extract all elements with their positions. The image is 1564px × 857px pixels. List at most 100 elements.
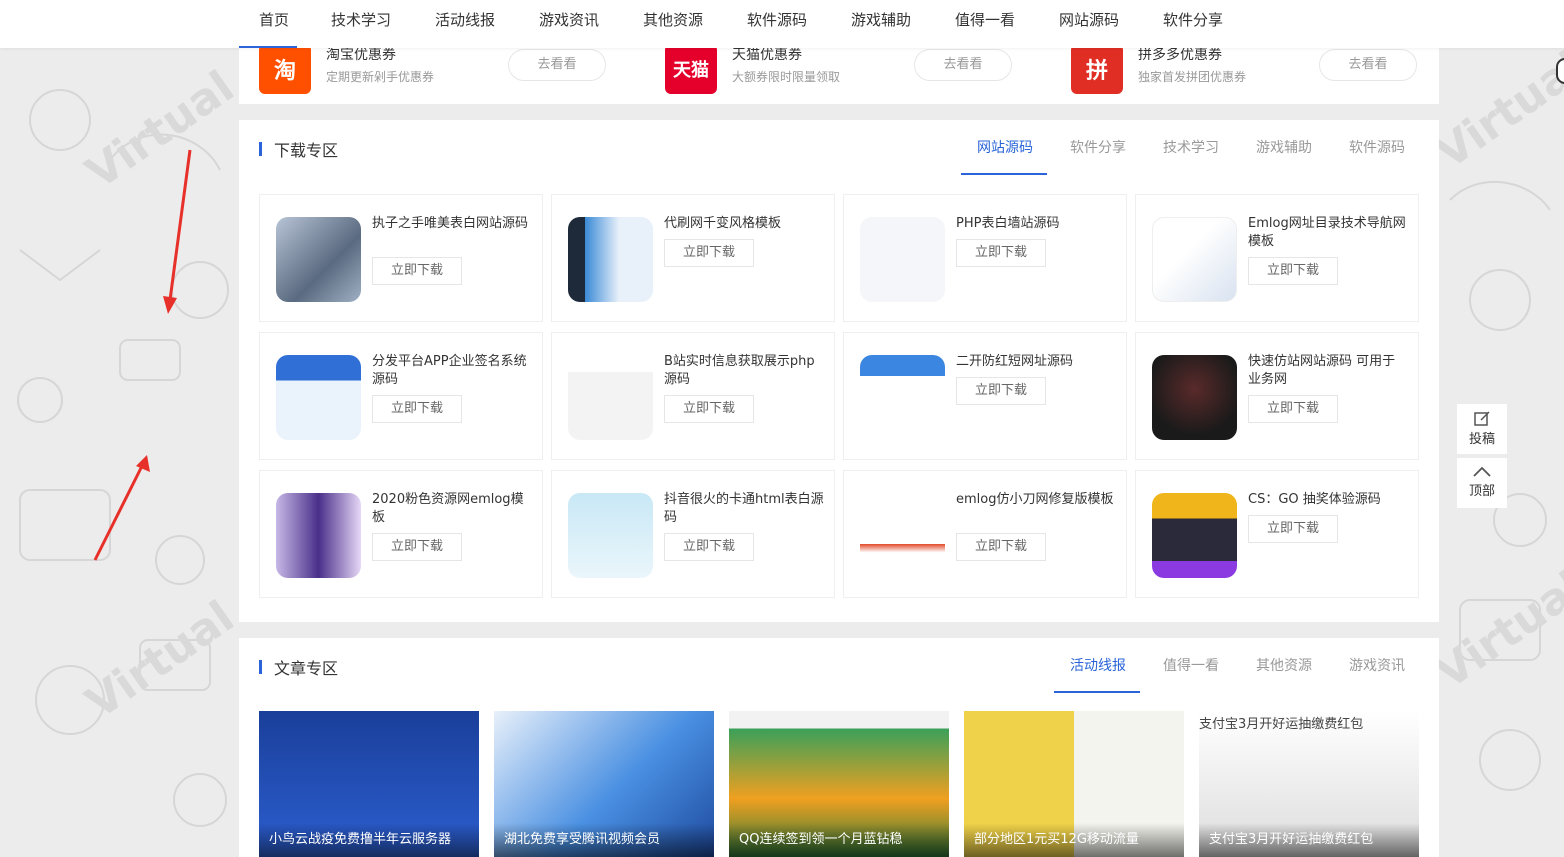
coupon-desc: 独家首发拼团优惠券 bbox=[1138, 70, 1247, 84]
article-card[interactable]: QQ连续签到领一个月蓝钻稳 bbox=[729, 711, 949, 857]
svg-text:Virtual: Virtual bbox=[1427, 561, 1564, 699]
card-thumbnail bbox=[276, 217, 361, 302]
card-title: 执子之手唯美表白网站源码 bbox=[372, 216, 529, 231]
download-button[interactable]: 立即下载 bbox=[1248, 395, 1338, 423]
taobao-logo: 淘 bbox=[259, 44, 311, 94]
coupon-go-button[interactable]: 去看看 bbox=[1319, 49, 1417, 81]
card-thumbnail bbox=[860, 217, 945, 302]
download-card[interactable]: 执子之手唯美表白网站源码 立即下载 bbox=[259, 194, 543, 322]
annotation-arrows bbox=[93, 149, 192, 561]
coupon-pinduoduo: 拼 拼多多优惠券 独家首发拼团优惠券 去看看 bbox=[1071, 44, 1419, 94]
coupon-desc: 定期更新剁手优惠券 bbox=[326, 70, 435, 84]
tab-other[interactable]: 其他资源 bbox=[1256, 655, 1312, 675]
download-button[interactable]: 立即下载 bbox=[956, 239, 1046, 267]
card-thumbnail bbox=[276, 493, 361, 578]
card-thumbnail bbox=[1152, 355, 1237, 440]
section-bar bbox=[259, 660, 262, 674]
article-card[interactable]: 支付宝3月开好运抽缴费红包 支付宝3月开好运抽缴费红包 bbox=[1199, 711, 1419, 857]
download-button[interactable]: 立即下载 bbox=[1248, 515, 1338, 543]
tab-active-indicator bbox=[1054, 691, 1140, 693]
tmall-logo: 天猫 bbox=[665, 44, 717, 94]
download-button[interactable]: 立即下载 bbox=[664, 533, 754, 561]
coupon-go-button[interactable]: 去看看 bbox=[914, 49, 1012, 81]
nav-item-game-assist[interactable]: 游戏辅助 bbox=[851, 0, 911, 40]
download-card[interactable]: 代刷网千变风格模板 立即下载 bbox=[551, 194, 835, 322]
download-card[interactable]: Emlog网址目录技术导航网模板 立即下载 bbox=[1135, 194, 1419, 322]
download-card[interactable]: 二开防红短网址源码 立即下载 bbox=[843, 332, 1127, 460]
article-caption: 小鸟云战疫免费撸半年云服务器 bbox=[259, 823, 479, 857]
nav-item-worth[interactable]: 值得一看 bbox=[955, 0, 1015, 40]
nav-item-software-source[interactable]: 软件源码 bbox=[747, 0, 807, 40]
submit-label: 投稿 bbox=[1468, 432, 1495, 447]
tab-worth[interactable]: 值得一看 bbox=[1163, 655, 1219, 675]
article-card[interactable]: 小鸟云战疫免费撸半年云服务器 bbox=[259, 711, 479, 857]
download-button[interactable]: 立即下载 bbox=[664, 395, 754, 423]
nav-item-home[interactable]: 首页 bbox=[259, 0, 289, 40]
article-caption: QQ连续签到领一个月蓝钻稳 bbox=[729, 823, 949, 857]
edge-handle bbox=[1556, 58, 1564, 84]
download-button[interactable]: 立即下载 bbox=[372, 257, 462, 285]
download-button[interactable]: 立即下载 bbox=[956, 377, 1046, 405]
download-card[interactable]: PHP表白墙站源码 立即下载 bbox=[843, 194, 1127, 322]
top-label: 顶部 bbox=[1468, 484, 1495, 499]
section-title: 文章专区 bbox=[274, 659, 339, 678]
card-thumbnail bbox=[568, 355, 653, 440]
card-thumbnail bbox=[1152, 493, 1237, 578]
card-title: 分发平台APP企业签名系统源码 bbox=[372, 354, 527, 387]
back-to-top-button[interactable]: 顶部 bbox=[1457, 458, 1507, 508]
top-navigation: 首页 技术学习 活动线报 游戏资讯 其他资源 软件源码 游戏辅助 值得一看 网站… bbox=[0, 0, 1564, 48]
download-card[interactable]: 快速仿站网站源码 可用于业务网 立即下载 bbox=[1135, 332, 1419, 460]
tab-active-indicator bbox=[961, 173, 1047, 175]
tab-web-source[interactable]: 网站源码 bbox=[977, 137, 1033, 157]
nav-active-indicator bbox=[239, 46, 297, 48]
download-button[interactable]: 立即下载 bbox=[372, 395, 462, 423]
tab-game-assist[interactable]: 游戏辅助 bbox=[1256, 137, 1312, 157]
article-card[interactable]: 湖北免费享受腾讯视频会员 bbox=[494, 711, 714, 857]
download-card[interactable]: emlog仿小刀网修复版模板 立即下载 bbox=[843, 470, 1127, 598]
card-title: 抖音很火的卡通html表白源码 bbox=[664, 492, 824, 525]
coupon-go-button[interactable]: 去看看 bbox=[508, 49, 606, 81]
card-title: 2020粉色资源网emlog模板 bbox=[372, 492, 524, 525]
download-button[interactable]: 立即下载 bbox=[956, 533, 1046, 561]
section-title: 下载专区 bbox=[274, 141, 339, 160]
coupon-tmall: 天猫 天猫优惠券 大额券限时限量领取 去看看 bbox=[665, 44, 1051, 94]
nav-item-software-share[interactable]: 软件分享 bbox=[1163, 0, 1223, 40]
download-card[interactable]: 分发平台APP企业签名系统源码 立即下载 bbox=[259, 332, 543, 460]
download-card[interactable]: CS：GO 抽奖体验源码 立即下载 bbox=[1135, 470, 1419, 598]
tab-tech[interactable]: 技术学习 bbox=[1163, 137, 1219, 157]
download-card[interactable]: B站实时信息获取展示php源码 立即下载 bbox=[551, 332, 835, 460]
card-title: 二开防红短网址源码 bbox=[956, 354, 1074, 369]
nav-item-tech[interactable]: 技术学习 bbox=[331, 0, 391, 40]
article-card[interactable]: 部分地区1元买12G移动流量 bbox=[964, 711, 1184, 857]
download-section-header: 下载专区 网站源码 软件分享 技术学习 游戏辅助 软件源码 bbox=[239, 120, 1439, 178]
card-title: PHP表白墙站源码 bbox=[956, 216, 1060, 231]
download-button[interactable]: 立即下载 bbox=[1248, 257, 1338, 285]
coupon-desc: 大额券限时限量领取 bbox=[732, 70, 841, 84]
nav-item-other[interactable]: 其他资源 bbox=[643, 0, 703, 40]
card-thumbnail bbox=[276, 355, 361, 440]
article-caption: 湖北免费享受腾讯视频会员 bbox=[494, 823, 714, 857]
download-button[interactable]: 立即下载 bbox=[372, 533, 462, 561]
broken-image-alt: 支付宝3月开好运抽缴费红包 bbox=[1199, 717, 1364, 732]
nav-item-game-news[interactable]: 游戏资讯 bbox=[539, 0, 599, 40]
download-card[interactable]: 2020粉色资源网emlog模板 立即下载 bbox=[259, 470, 543, 598]
tab-software-source[interactable]: 软件源码 bbox=[1349, 137, 1405, 157]
submit-post-button[interactable]: 投稿 bbox=[1457, 404, 1507, 454]
card-title: 快速仿站网站源码 可用于业务网 bbox=[1248, 354, 1396, 387]
card-title: Emlog网址目录技术导航网模板 bbox=[1248, 216, 1406, 249]
coupon-taobao: 淘 淘宝优惠券 定期更新剁手优惠券 去看看 bbox=[259, 44, 645, 94]
card-thumbnail bbox=[568, 493, 653, 578]
card-thumbnail bbox=[1152, 217, 1237, 302]
download-section: 下载专区 网站源码 软件分享 技术学习 游戏辅助 软件源码 执子之手唯美表白网站… bbox=[239, 120, 1439, 622]
article-section: 文章专区 活动线报 值得一看 其他资源 游戏资讯 小鸟云战疫免费撸半年云服务器 … bbox=[239, 638, 1439, 857]
chevron-up-icon bbox=[1473, 466, 1491, 477]
card-title: B站实时信息获取展示php源码 bbox=[664, 354, 815, 387]
tab-game-news[interactable]: 游戏资讯 bbox=[1349, 655, 1405, 675]
nav-item-activity[interactable]: 活动线报 bbox=[435, 0, 495, 40]
tab-software-share[interactable]: 软件分享 bbox=[1070, 137, 1126, 157]
card-thumbnail bbox=[860, 355, 945, 440]
tab-activity[interactable]: 活动线报 bbox=[1070, 655, 1126, 675]
download-button[interactable]: 立即下载 bbox=[664, 239, 754, 267]
download-card[interactable]: 抖音很火的卡通html表白源码 立即下载 bbox=[551, 470, 835, 598]
nav-item-web-source[interactable]: 网站源码 bbox=[1059, 0, 1119, 40]
